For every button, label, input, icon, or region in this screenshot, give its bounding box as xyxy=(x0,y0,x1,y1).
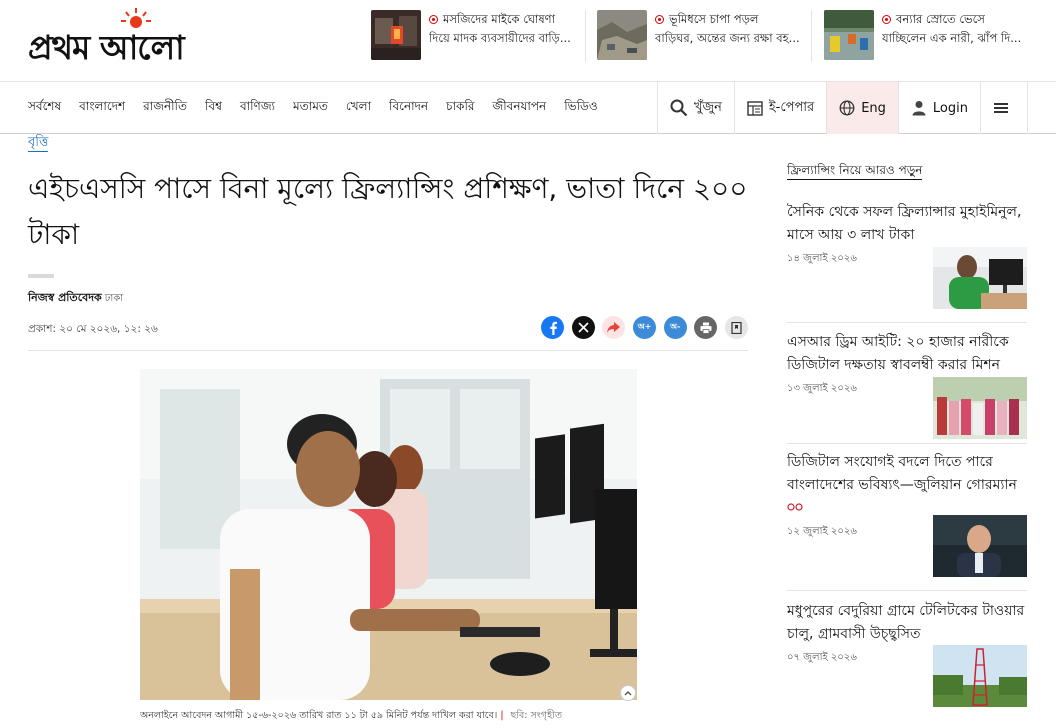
sidebar-article-title[interactable]: সৈনিক থেকে সফল ফ্রিল্যান্সার মুহাইমিনুল,… xyxy=(787,201,1027,247)
print-button[interactable] xyxy=(694,316,718,339)
print-icon xyxy=(700,322,712,334)
divider xyxy=(787,443,1027,444)
trending-item-1[interactable]: মসজিদের মাইকে ঘোষণা দিয়ে মাদক ব্যবসায়ী… xyxy=(371,10,579,62)
sidebar-article-title[interactable]: ডিজিটাল সংযোগই বদলে দিতে পারে বাংলাদেশের… xyxy=(787,451,1027,497)
hamburger-icon xyxy=(994,103,1008,113)
nav-item-business[interactable]: বাণিজ্য xyxy=(240,98,275,118)
search-label: খুঁজুন xyxy=(693,99,722,115)
facebook-share-button[interactable] xyxy=(541,316,564,339)
trending-item-3[interactable]: বন্যার স্রোতে ভেসে যাচ্ছিলেন এক নারী, ঝা… xyxy=(824,10,1032,62)
nav-item-world[interactable]: বিশ্ব xyxy=(205,98,222,118)
trending-item-2[interactable]: ভূমিধসে চাপা পড়ল বাড়িঘর, অন্তের জন্য র… xyxy=(597,10,805,62)
language-label: Eng xyxy=(861,100,886,116)
divider xyxy=(787,590,1027,591)
nav-tools: খুঁজুন ই-পেপার Eng Login xyxy=(656,82,1028,134)
scroll-up-button[interactable] xyxy=(620,685,636,701)
share-arrow-icon xyxy=(607,322,621,333)
sidebar-article-1[interactable]: সৈনিক থেকে সফল ফ্রিল্যান্সার মুহাইমিনুল,… xyxy=(787,201,1027,309)
trending-title: মসজিদের মাইকে ঘোষণা xyxy=(443,12,555,26)
site-logo[interactable]: প্রথম আলো xyxy=(28,8,250,67)
live-dot-icon xyxy=(429,15,438,24)
sidebar-article-3[interactable]: ডিজিটাল সংযোগই বদলে দিতে পারে বাংলাদেশের… xyxy=(787,451,1027,577)
live-dot-icon xyxy=(882,15,891,24)
bookmark-icon xyxy=(731,321,742,334)
article-headline: এইচএসসি পাসে বিনা মূল্যে ফ্রিল্যান্সিং প… xyxy=(28,172,748,251)
top-header: প্রথম আলো মসজিদের মাইকে ঘোষণা দিয়ে মাদক… xyxy=(0,0,1056,82)
nav-menu: সর্বশেষ বাংলাদেশ রাজনীতি বিশ্ব বাণিজ্য ম… xyxy=(28,82,616,134)
nav-item-bangladesh[interactable]: বাংলাদেশ xyxy=(79,98,125,118)
sidebar-article-title[interactable]: এসআর ড্রিম আইটি: ২০ হাজার নারীকে ডিজিটাল… xyxy=(787,331,1027,377)
nav-item-politics[interactable]: রাজনীতি xyxy=(143,98,187,118)
share-toolbar: অ+ অ- xyxy=(541,316,756,339)
trending-subtitle: যাচ্ছিলেন এক নারী, ঝাঁপ দি... xyxy=(882,31,1022,45)
user-icon xyxy=(912,101,926,116)
trending-subtitle: বাড়িঘর, অন্তের জন্য রক্ষা বহ... xyxy=(655,31,800,45)
chevron-up-icon xyxy=(624,691,632,696)
article-photo xyxy=(140,369,637,700)
author-location: ঢাকা xyxy=(104,293,124,304)
trending-thumb-landslide xyxy=(597,10,647,60)
julian-gorman-image xyxy=(933,515,1027,577)
nav-item-entertainment[interactable]: বিনোদন xyxy=(389,98,428,118)
byline: নিজস্ব প্রতিবেদক ঢাকা xyxy=(28,289,123,308)
article-category-link[interactable]: বৃত্তি xyxy=(28,135,49,152)
login-button[interactable]: Login xyxy=(897,82,980,134)
trending-title: ভূমিধসে চাপা পড়ল xyxy=(669,12,759,26)
nav-item-opinion[interactable]: মতামত xyxy=(293,98,328,118)
divider xyxy=(811,10,812,62)
font-decrease-button[interactable]: অ- xyxy=(663,316,687,339)
sidebar-article-2[interactable]: এসআর ড্রিম আইটি: ২০ হাজার নারীকে ডিজিটাল… xyxy=(787,331,1027,439)
share-button[interactable] xyxy=(602,316,626,339)
live-dot-icon xyxy=(655,15,664,24)
hamburger-menu-button[interactable] xyxy=(980,82,1028,134)
x-share-button[interactable] xyxy=(571,316,595,339)
sidebar-article-thumb[interactable] xyxy=(933,247,1027,309)
divider xyxy=(28,350,748,351)
sidebar-article-thumb[interactable] xyxy=(933,515,1027,577)
divider xyxy=(28,274,54,278)
language-toggle[interactable]: Eng xyxy=(826,82,898,134)
search-button[interactable]: খুঁজুন xyxy=(656,82,734,134)
office-computers-image xyxy=(140,369,637,700)
nav-item-lifestyle[interactable]: জীবনযাপন xyxy=(492,98,546,118)
nav-item-video[interactable]: ভিডিও xyxy=(564,98,597,118)
trending-subtitle: দিয়ে মাদক ব্যবসায়ীদের বাড়ি... xyxy=(429,31,571,45)
telecom-tower-image xyxy=(933,645,1027,707)
logo-text: প্রথম আলো xyxy=(28,28,185,67)
sidebar-heading[interactable]: ফ্রিল্যান্সিং নিয়ে আরও পড়ুন xyxy=(787,162,923,180)
facebook-icon xyxy=(549,321,557,335)
login-label: Login xyxy=(932,100,968,116)
sidebar-article-thumb[interactable] xyxy=(933,377,1027,439)
photo-caption: অনলাইনে আবেদন আগামী ১৫-৬-২০২৬ তারিখ রাত … xyxy=(140,709,562,724)
divider xyxy=(787,322,1027,323)
main-nav: সর্বশেষ বাংলাদেশ রাজনীতি বিশ্ব বাণিজ্য ম… xyxy=(0,82,1056,134)
sidebar-article-4[interactable]: মধুপুরের বেদুরিয়া গ্রামে টেলিটকের টাওয়… xyxy=(787,600,1027,707)
bookmark-button[interactable] xyxy=(725,316,749,339)
newspaper-icon xyxy=(747,100,763,116)
trending-title: বন্যার স্রোতে ভেসে xyxy=(896,12,985,26)
nav-item-latest[interactable]: সর্বশেষ xyxy=(28,98,61,118)
caption-credit: ছবি: সংগৃহীত xyxy=(510,710,562,721)
freelancer-desk-image xyxy=(933,247,1027,309)
search-icon xyxy=(670,99,688,117)
epaper-button[interactable]: ই-পেপার xyxy=(733,82,826,134)
women-group-image xyxy=(933,377,1027,439)
sidebar-article-title[interactable]: মধুপুরের বেদুরিয়া গ্রামে টেলিটকের টাওয়… xyxy=(787,600,1027,646)
interview-quote-icon xyxy=(787,503,803,511)
divider xyxy=(585,10,586,62)
caption-separator: | xyxy=(500,710,504,721)
epaper-label: ই-পেপার xyxy=(768,99,815,115)
author-name[interactable]: নিজস্ব প্রতিবেদক xyxy=(28,291,102,304)
trending-thumb-flood xyxy=(824,10,874,60)
trending-thumb-fire xyxy=(371,10,421,60)
x-icon xyxy=(578,322,589,333)
nav-item-jobs[interactable]: চাকরি xyxy=(446,98,474,118)
nav-item-sports[interactable]: খেলা xyxy=(346,98,371,118)
caption-text: অনলাইনে আবেদন আগামী ১৫-৬-২০২৬ তারিখ রাত … xyxy=(140,710,498,721)
published-date: প্রকাশ: ২০ মে ২০২৬, ১২: ২৬ xyxy=(28,323,158,335)
sidebar-article-thumb[interactable] xyxy=(933,645,1027,707)
font-increase-button[interactable]: অ+ xyxy=(633,316,657,339)
globe-icon xyxy=(839,100,855,116)
